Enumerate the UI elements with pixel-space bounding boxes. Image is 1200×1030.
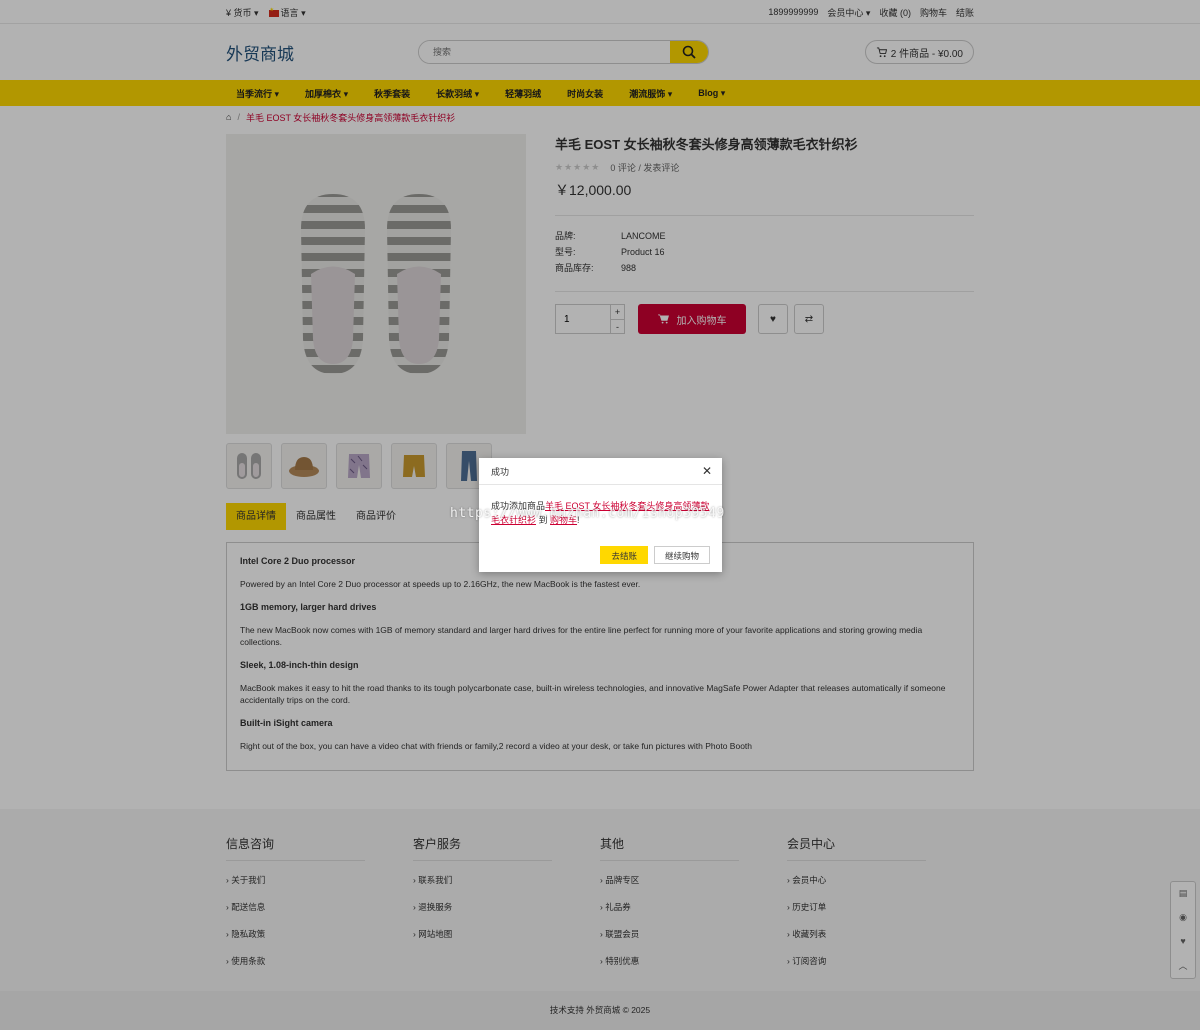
checkout-button[interactable]: 去结账	[600, 546, 648, 564]
watermark-text: https://www.huzhan.com/1shop39549	[450, 506, 725, 521]
close-icon[interactable]: ✕	[702, 464, 712, 478]
dialog-actions: 去结账 继续购物	[600, 546, 710, 564]
continue-shopping-button[interactable]: 继续购物	[653, 546, 710, 564]
dialog-title: 成功	[491, 466, 510, 477]
dialog-header: 成功 ✕	[479, 458, 722, 485]
